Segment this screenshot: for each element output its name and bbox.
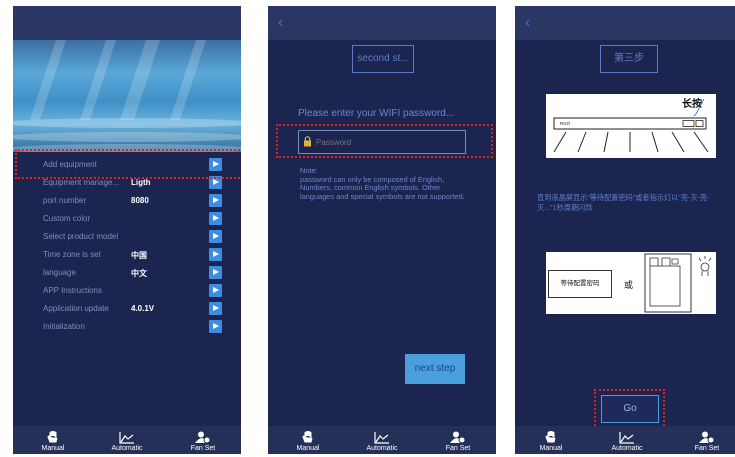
play-arrow-icon[interactable] xyxy=(209,248,222,261)
hand-icon xyxy=(47,431,58,443)
menu-item-label: Custom color xyxy=(43,214,91,223)
tab-label: Automatic xyxy=(366,445,398,452)
highlight-go-button xyxy=(594,389,665,429)
menu-item-app-instructions[interactable]: APP Instructions xyxy=(43,282,233,298)
menu-item-label: Application update xyxy=(43,304,109,313)
menu-item-label: language xyxy=(43,268,76,277)
menu-item-value: Ligth xyxy=(131,178,151,187)
menu-item-label: APP Instructions xyxy=(43,286,102,295)
chevron-left-icon[interactable]: ‹ xyxy=(525,14,530,32)
top-bar xyxy=(13,6,241,40)
waiting-indicator-illustration: 等待配置密码 或 xyxy=(546,252,716,314)
tab-label: Fan Set xyxy=(694,445,720,452)
tab-label: Manual xyxy=(296,445,320,452)
line-chart-icon xyxy=(119,432,134,444)
highlight-password-field xyxy=(276,124,493,158)
phone-screen-step-three: ‹ 第三步 长按 RGO 直到液晶屏显示“等待配置密码”或者指示灯以“亮-灭-亮… xyxy=(515,6,735,454)
menu-item-value: 8080 xyxy=(131,196,149,205)
menu-item-time-zone[interactable]: Time zone is set 中国 xyxy=(43,246,233,262)
tab-bar: Manual Automatic Fan Set xyxy=(515,426,735,454)
password-note: Note: password can only be composed of E… xyxy=(300,166,465,201)
next-step-button[interactable]: next step xyxy=(405,354,465,384)
device-brand-label: RGO xyxy=(560,121,571,126)
user-settings-icon xyxy=(450,431,466,444)
menu-item-label: port number xyxy=(43,196,87,205)
tab-fan-set[interactable]: Fan Set xyxy=(679,431,735,452)
underwater-banner-image xyxy=(13,40,241,152)
tab-bar: Manual Automatic Fan Set xyxy=(13,426,241,454)
waiting-config-display: 等待配置密码 xyxy=(548,270,612,298)
user-settings-icon xyxy=(699,431,715,444)
tab-label: Fan Set xyxy=(190,445,216,452)
menu-item-value: 4.0.1V xyxy=(131,304,155,313)
step-title: 第三步 xyxy=(600,45,658,73)
step-title: second st... xyxy=(352,45,414,73)
device-illustration: 长按 RGO xyxy=(546,94,716,158)
tab-label: Automatic xyxy=(111,445,143,452)
tab-label: Manual xyxy=(41,445,65,452)
highlight-add-equipment xyxy=(15,149,241,179)
phone-screen-settings: Add equipment Equipment manage... Ligth … xyxy=(13,6,241,454)
tab-fan-set[interactable]: Fan Set xyxy=(175,431,231,452)
top-bar: ‹ xyxy=(268,6,496,40)
menu-item-application-update[interactable]: Application update 4.0.1V xyxy=(43,300,233,316)
step-three-instruction: 直到液晶屏显示“等待配置密码”或者指示灯以“亮-灭-亮-灭...”1秒周期闪烁 xyxy=(537,193,710,212)
tab-manual[interactable]: Manual xyxy=(523,431,579,452)
play-arrow-icon[interactable] xyxy=(209,320,222,333)
tab-manual[interactable]: Manual xyxy=(280,431,336,452)
play-arrow-icon[interactable] xyxy=(209,284,222,297)
long-press-label: 长按 xyxy=(682,99,702,110)
chevron-left-icon[interactable]: ‹ xyxy=(278,14,283,32)
menu-item-port-number[interactable]: port number 8080 xyxy=(43,192,233,208)
menu-item-label: Initialization xyxy=(43,322,85,331)
controller-led-drawing xyxy=(644,253,712,313)
tab-label: Automatic xyxy=(611,445,643,452)
menu-item-language[interactable]: language 中文 xyxy=(43,264,233,280)
user-settings-icon xyxy=(195,431,211,444)
tab-automatic[interactable]: Automatic xyxy=(354,431,410,452)
menu-item-value: 中文 xyxy=(131,269,147,278)
play-arrow-icon[interactable] xyxy=(209,266,222,279)
menu-item-value: 中国 xyxy=(131,251,147,260)
play-arrow-icon[interactable] xyxy=(209,302,222,315)
line-chart-icon xyxy=(374,432,389,444)
tab-automatic[interactable]: Automatic xyxy=(99,431,155,452)
line-chart-icon xyxy=(619,432,634,444)
tab-label: Manual xyxy=(539,445,563,452)
play-arrow-icon[interactable] xyxy=(209,212,222,225)
play-arrow-icon[interactable] xyxy=(209,230,222,243)
menu-item-label: Time zone is set xyxy=(43,250,101,259)
hand-icon xyxy=(302,431,313,443)
tab-fan-set[interactable]: Fan Set xyxy=(430,431,486,452)
wifi-prompt: Please enter your WIFI password... xyxy=(298,108,455,119)
or-label: 或 xyxy=(624,280,634,290)
top-bar: ‹ xyxy=(515,6,735,40)
menu-item-initialization[interactable]: Initialization xyxy=(43,318,233,334)
tab-label: Fan Set xyxy=(445,445,471,452)
menu-item-label: Equipment manage... xyxy=(43,178,120,187)
tab-automatic[interactable]: Automatic xyxy=(599,431,655,452)
menu-item-custom-color[interactable]: Custom color xyxy=(43,210,233,226)
phone-screen-wifi-password: ‹ second st... Please enter your WIFI pa… xyxy=(268,6,496,454)
hand-icon xyxy=(545,431,556,443)
menu-item-label: Select product model xyxy=(43,232,119,241)
play-arrow-icon[interactable] xyxy=(209,194,222,207)
tab-manual[interactable]: Manual xyxy=(25,431,81,452)
tab-bar: Manual Automatic Fan Set xyxy=(268,426,496,454)
menu-item-select-product-model[interactable]: Select product model xyxy=(43,228,233,244)
